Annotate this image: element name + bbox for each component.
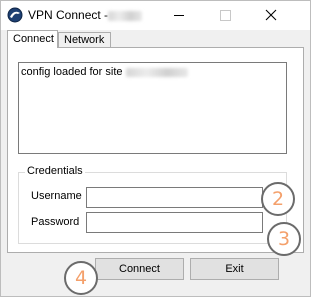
maximize-button[interactable] (202, 1, 248, 30)
credentials-legend: Credentials (25, 165, 85, 177)
close-button[interactable] (248, 1, 310, 30)
password-input[interactable] (86, 212, 263, 233)
connect-tab-panel: config loaded for site Credentials Usern… (7, 47, 304, 253)
redacted-title-suffix (108, 11, 142, 21)
step-marker-3: 3 (267, 222, 301, 256)
connect-button[interactable]: Connect (95, 258, 184, 280)
credentials-group (18, 172, 287, 244)
exit-button[interactable]: Exit (190, 258, 279, 280)
window-title: VPN Connect - (28, 8, 109, 22)
close-icon (265, 9, 277, 21)
tab-network[interactable]: Network (58, 32, 111, 47)
minimize-icon (174, 15, 184, 16)
username-input[interactable] (86, 187, 263, 208)
password-label: Password (31, 216, 80, 228)
vpn-app-icon (7, 7, 23, 23)
redacted-site-name (125, 67, 188, 77)
tab-connect[interactable]: Connect (7, 30, 58, 48)
maximize-icon (220, 10, 231, 21)
log-line: config loaded for site (21, 66, 188, 78)
username-label: Username (31, 190, 82, 202)
log-output-box[interactable]: config loaded for site (18, 62, 287, 154)
step-marker-2: 2 (261, 182, 295, 216)
title-bar[interactable]: VPN Connect - (1, 1, 310, 30)
log-line-text: config loaded for site (21, 66, 123, 78)
vpn-connect-window: VPN Connect - Connect Network config loa… (0, 0, 311, 297)
step-marker-4: 4 (64, 261, 98, 295)
minimize-button[interactable] (156, 1, 202, 30)
